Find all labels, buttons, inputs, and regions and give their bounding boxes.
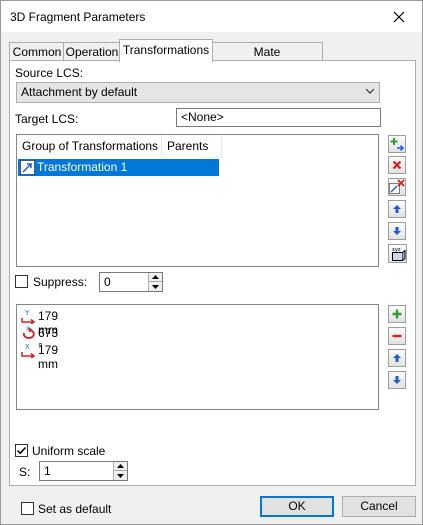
add-arrow-icon [390, 138, 404, 151]
window-title: 3D Fragment Parameters [10, 10, 146, 24]
uniform-scale-label: Uniform scale [32, 444, 106, 458]
transformations-list[interactable]: Group of Transformations Parents Transfo… [16, 134, 379, 267]
suppress-checkbox[interactable] [15, 275, 28, 288]
scale-increment[interactable] [113, 462, 127, 471]
clear-transform-icon [389, 179, 405, 194]
column-header-group[interactable]: Group of Transformations [17, 135, 162, 157]
checkmark-icon [16, 446, 27, 455]
suppress-label: Suppress: [33, 275, 88, 289]
ok-button[interactable]: OK [260, 496, 334, 517]
add-transformation-button[interactable] [388, 135, 406, 153]
chevron-down-icon [365, 88, 375, 94]
x-axis-translate-icon: X [21, 343, 36, 358]
suppress-increment[interactable] [148, 273, 162, 282]
parameter-value: 179 mm [38, 343, 59, 371]
dialog-window: 3D Fragment Parameters Common Operation … [0, 0, 423, 525]
transformation-icon [20, 160, 35, 175]
cancel-button[interactable]: Cancel [342, 496, 416, 517]
svg-text:Y: Y [24, 309, 30, 317]
triangle-up-icon [117, 464, 124, 468]
suppress-spinner[interactable]: 0 [99, 272, 163, 292]
close-button[interactable] [376, 1, 422, 32]
tab-operation[interactable]: Operation [63, 42, 121, 61]
transformations-panel: Source LCS: Attachment by default Target… [9, 60, 416, 486]
clear-transformations-button[interactable] [388, 178, 406, 196]
scale-decrement[interactable] [113, 471, 127, 480]
delete-icon [392, 160, 402, 170]
plus-icon [392, 309, 402, 319]
target-lcs-label: Target LCS: [15, 112, 79, 126]
xyz-axes-icon: xyz [391, 247, 405, 261]
tab-transformations[interactable]: Transformations [119, 39, 213, 62]
arrow-down-icon [393, 376, 401, 384]
move-down-button[interactable] [388, 222, 406, 240]
svg-text:X: X [25, 343, 30, 351]
add-parameter-button[interactable] [388, 305, 406, 323]
tab-mate-transformations[interactable]: Mate Transformations [211, 42, 323, 77]
triangle-down-icon [152, 284, 159, 289]
target-lcs-field[interactable]: <None> [176, 108, 381, 127]
y-axis-translate-icon: Y [21, 309, 36, 324]
rotation-icon: X [22, 326, 35, 339]
arrow-up-icon [393, 205, 401, 213]
suppress-decrement[interactable] [148, 282, 162, 291]
remove-parameter-button[interactable] [388, 327, 406, 345]
title-bar: 3D Fragment Parameters [1, 1, 422, 32]
list-item-label: Transformation 1 [37, 160, 128, 174]
minus-icon [392, 334, 402, 338]
move-up-button[interactable] [388, 200, 406, 218]
parameter-up-button[interactable] [388, 349, 406, 367]
scale-spinner[interactable]: 1 [39, 461, 128, 481]
parameters-list[interactable]: Y 179 mm X 673 ° X 179 mm [16, 304, 379, 410]
tab-common[interactable]: Common [9, 42, 65, 61]
triangle-down-icon [117, 473, 124, 478]
target-lcs-value: <None> [181, 110, 224, 124]
set-default-checkbox[interactable] [21, 502, 34, 515]
arrow-up-icon [393, 354, 401, 362]
parameter-down-button[interactable] [388, 371, 406, 389]
set-default-label: Set as default [38, 502, 112, 516]
source-lcs-value: Attachment by default [21, 85, 138, 99]
scale-value: 1 [44, 464, 51, 478]
suppress-value: 0 [104, 275, 111, 289]
scale-label: S: [19, 465, 31, 479]
list-item[interactable]: Transformation 1 [18, 159, 219, 176]
transform-xyz-button[interactable]: xyz [388, 244, 407, 263]
triangle-up-icon [152, 275, 159, 279]
uniform-scale-checkbox[interactable] [15, 444, 28, 457]
delete-transformation-button[interactable] [388, 156, 406, 174]
column-header-parents[interactable]: Parents [162, 135, 222, 157]
source-lcs-dropdown[interactable]: Attachment by default [16, 82, 380, 103]
arrow-down-icon [393, 227, 401, 235]
source-lcs-label: Source LCS: [15, 66, 84, 80]
close-icon [393, 11, 405, 22]
